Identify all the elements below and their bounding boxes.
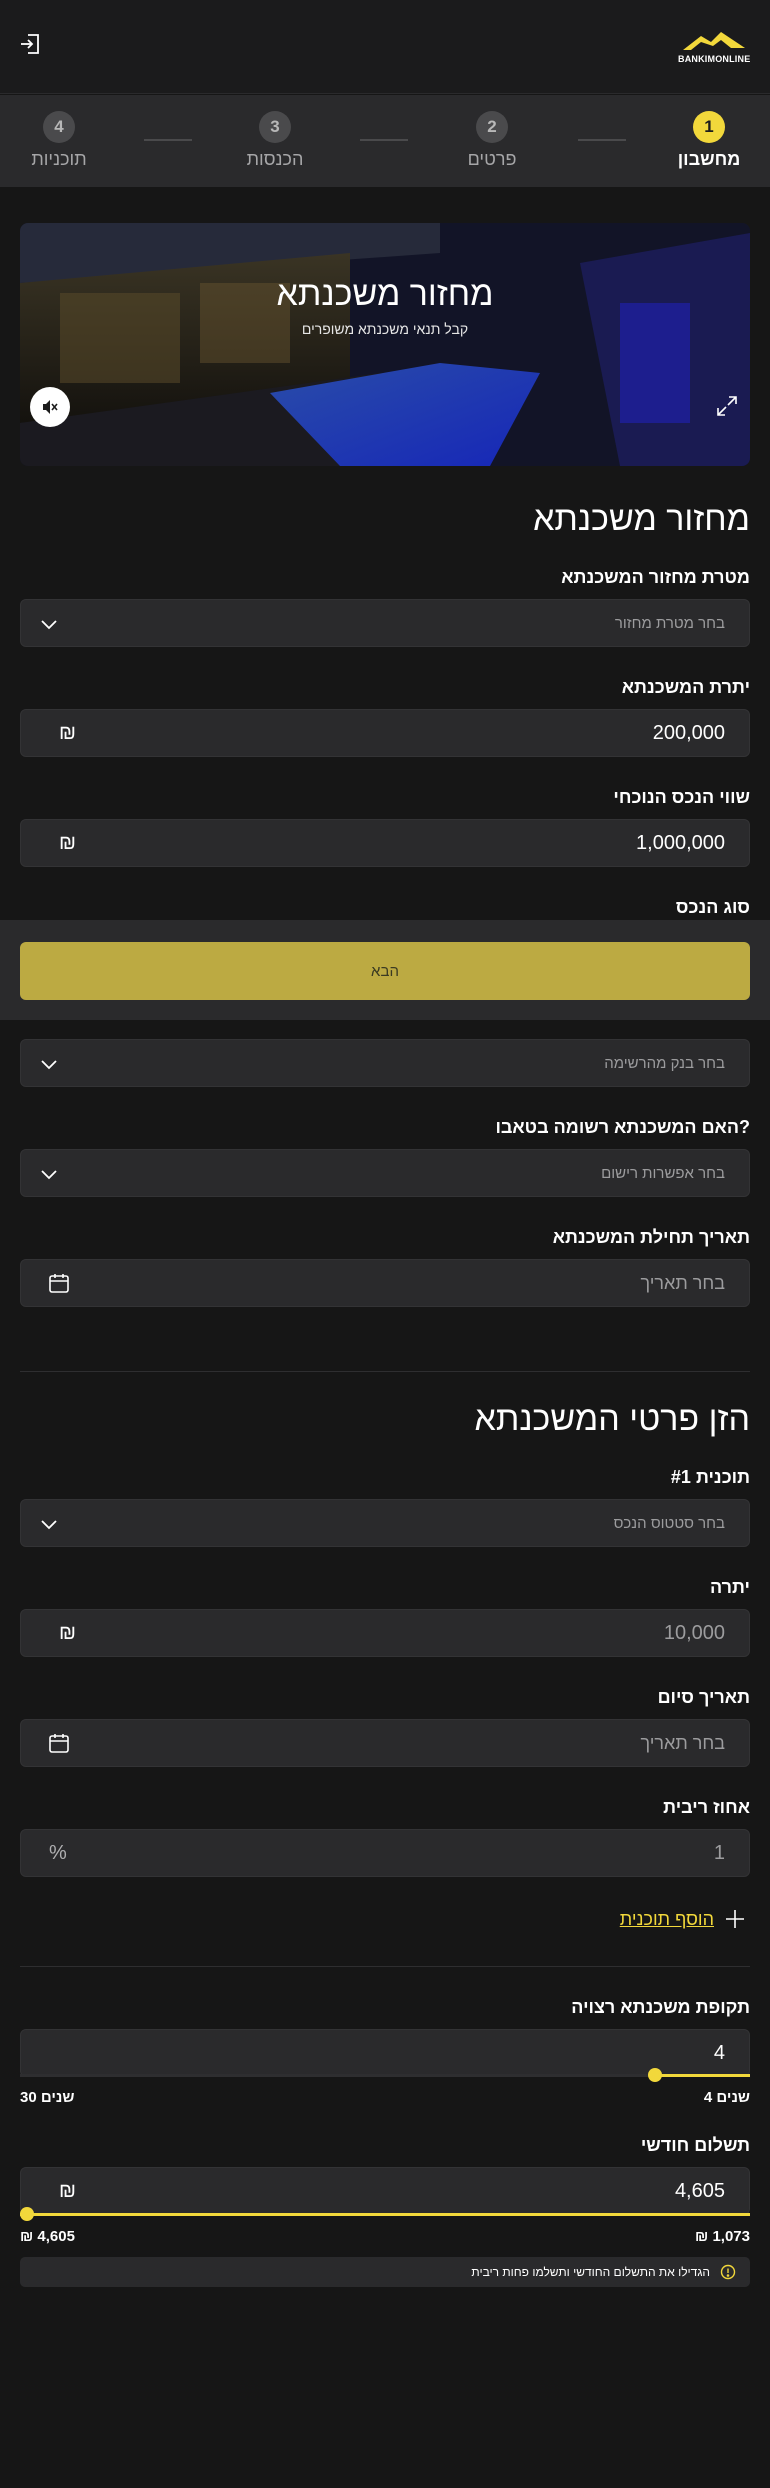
form-title: מחזור משכנתא <box>533 500 750 538</box>
property-value: 1,000,000 <box>636 832 725 854</box>
next-button-bar: הבא <box>0 920 770 1020</box>
registered-label: האם המשכנתא רשומה בטאבו? <box>495 1117 750 1137</box>
start-date-picker[interactable]: בחר תאריך <box>20 1259 750 1307</box>
property-value-label: שווי הנכס הנוכחי <box>613 787 750 807</box>
monthly-max-label: ₪ 4,605 <box>20 2228 75 2245</box>
step-number: 4 <box>43 111 75 143</box>
step-plans[interactable]: 4 תוכניות <box>0 111 119 170</box>
step-connector <box>360 139 408 141</box>
chevron-down-icon <box>41 1170 57 1180</box>
period-slider-thumb[interactable] <box>648 2068 662 2082</box>
plan-label: תוכנית #1 <box>670 1467 750 1487</box>
remaining-label: יתרה <box>710 1577 750 1597</box>
monthly-min-label: ₪ 1,073 <box>695 2228 750 2245</box>
balance-value: 200,000 <box>652 722 725 744</box>
remaining-value: 10,000 <box>663 1622 725 1644</box>
monthly-slider[interactable] <box>20 2207 750 2221</box>
tip-banner: הגדילו את התשלום החודשי ותשלמו פחות ריבי… <box>20 2257 750 2287</box>
balance-input[interactable]: 200,000 ₪ <box>20 709 750 757</box>
shekel-icon: ₪ <box>59 722 76 744</box>
chevron-down-icon <box>41 620 57 630</box>
bankimonline-logo[interactable]: BANKIMONLINE <box>678 28 750 68</box>
property-value-input[interactable]: 1,000,000 ₪ <box>20 819 750 867</box>
section-divider <box>20 1966 750 1967</box>
property-type-label: סוג הנכס <box>675 897 750 917</box>
monthly-input[interactable]: 4,605 ₪ <box>20 2167 750 2215</box>
details-title: הזן פרטי המשכנתא <box>474 1400 750 1438</box>
hero-subtitle: קבל תנאי משכנתא משופרים <box>301 321 469 337</box>
bank-placeholder: בחר בנק מהרשימה <box>604 1055 725 1072</box>
period-label: תקופת משכנתא רצויה <box>571 1997 750 2017</box>
purpose-select[interactable]: בחר מטרת מחזור <box>20 599 750 647</box>
remaining-input[interactable]: 10,000 ₪ <box>20 1609 750 1657</box>
step-connector <box>144 139 192 141</box>
registered-select[interactable]: בחר אפשרות רישום <box>20 1149 750 1197</box>
plan-placeholder: בחר סטטוס הנכס <box>613 1515 725 1532</box>
start-date-placeholder: בחר תאריך <box>640 1273 725 1293</box>
step-number: 2 <box>476 111 508 143</box>
chevron-down-icon <box>41 1060 57 1070</box>
step-number: 1 <box>693 111 725 143</box>
chevron-down-icon <box>41 1520 57 1530</box>
period-max-label: 30 שנים <box>20 2089 75 2106</box>
mute-button[interactable] <box>30 387 70 427</box>
start-date-label: תאריך תחילת המשכנתא <box>552 1227 750 1247</box>
monthly-label: תשלום חודשי <box>640 2135 750 2155</box>
plan-select[interactable]: בחר סטטוס הנכס <box>20 1499 750 1547</box>
shekel-icon: ₪ <box>59 832 76 854</box>
logo-text: BANKIMONLINE <box>678 54 751 64</box>
step-label: תוכניות <box>31 149 87 169</box>
step-details[interactable]: 2 פרטים <box>432 111 552 170</box>
end-date-placeholder: בחר תאריך <box>640 1733 725 1753</box>
purpose-placeholder: בחר מטרת מחזור <box>614 615 725 632</box>
section-divider <box>20 1371 750 1372</box>
step-number: 3 <box>259 111 291 143</box>
step-income[interactable]: 3 הכנסות <box>215 111 335 170</box>
next-button[interactable]: הבא <box>20 942 750 1000</box>
step-label: מחשבון <box>677 149 741 169</box>
monthly-slider-fill <box>20 2213 750 2216</box>
step-calculator[interactable]: 1 מחשבון <box>649 111 769 170</box>
hero-video[interactable]: מחזור משכנתא קבל תנאי משכנתא משופרים <box>20 223 750 466</box>
mute-icon <box>43 400 58 414</box>
tip-text: הגדילו את התשלום החודשי ותשלמו פחות ריבי… <box>471 2265 710 2279</box>
progress-stepper: 1 מחשבון 2 פרטים 3 הכנסות 4 תוכניות <box>0 95 770 187</box>
interest-input[interactable]: 1 % <box>20 1829 750 1877</box>
calendar-icon <box>49 1734 69 1753</box>
monthly-slider-thumb[interactable] <box>20 2207 34 2221</box>
expand-icon <box>717 396 737 416</box>
interest-value: 1 <box>713 1842 725 1864</box>
add-plan-button[interactable]: הוסף תוכנית <box>620 1908 746 1930</box>
calendar-icon <box>49 1274 69 1293</box>
end-date-label: תאריך סיום <box>657 1687 750 1707</box>
expand-button[interactable] <box>714 393 740 419</box>
interest-label: אחוז ריבית <box>663 1797 750 1817</box>
period-value: 4 <box>713 2042 725 2064</box>
step-connector <box>578 139 626 141</box>
period-slider-fill <box>655 2074 750 2077</box>
end-date-picker[interactable]: בחר תאריך <box>20 1719 750 1767</box>
bank-select[interactable]: בחר בנק מהרשימה <box>20 1039 750 1087</box>
period-input[interactable]: 4 <box>20 2029 750 2077</box>
period-slider[interactable] <box>20 2068 750 2082</box>
balance-label: יתרת המשכנתא <box>621 677 750 697</box>
add-plan-label: הוסף תוכנית <box>619 1908 714 1929</box>
hero-title: מחזור משכנתא <box>276 275 494 313</box>
shekel-icon: ₪ <box>59 1622 76 1644</box>
plus-icon <box>726 1910 744 1928</box>
monthly-value: 4,605 <box>674 2180 725 2202</box>
app-header <box>0 0 770 94</box>
house-pool-image <box>20 223 750 466</box>
percent-icon: % <box>49 1842 67 1864</box>
period-min-label: 4 שנים <box>703 2089 750 2106</box>
step-label: פרטים <box>467 149 517 169</box>
info-icon <box>720 2264 736 2280</box>
registered-placeholder: בחר אפשרות רישום <box>601 1165 725 1182</box>
shekel-icon: ₪ <box>59 2180 76 2202</box>
logout-icon[interactable] <box>18 31 44 57</box>
purpose-label: מטרת מחזור המשכנתא <box>561 567 750 587</box>
step-label: הכנסות <box>246 149 304 169</box>
